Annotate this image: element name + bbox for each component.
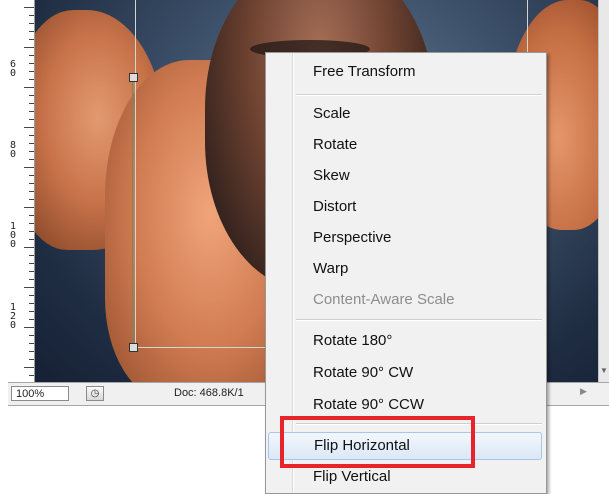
- menu-separator: [296, 94, 542, 96]
- ruler-label-60: 6 0: [10, 59, 17, 79]
- ruler-tick: [29, 351, 34, 352]
- highlight-annotation-box: [280, 416, 475, 468]
- transform-handle-mid-left[interactable]: [129, 73, 138, 82]
- ruler-tick: [24, 167, 34, 168]
- ruler-tick: [29, 343, 34, 344]
- ruler-tick: [29, 279, 34, 280]
- transform-handle-bottom-left[interactable]: [129, 343, 138, 352]
- scroll-down-arrow-icon[interactable]: ▼: [600, 366, 608, 375]
- ruler-tick: [29, 183, 34, 184]
- ruler-tick: [29, 39, 34, 40]
- ruler-label-80: 8 0: [10, 140, 17, 160]
- ruler-tick: [29, 223, 34, 224]
- ruler-tick: [29, 159, 34, 160]
- ruler-tick: [29, 55, 34, 56]
- ruler-tick: [24, 7, 34, 8]
- ruler-tick: [29, 271, 34, 272]
- ruler-tick: [24, 367, 34, 368]
- ruler-tick: [29, 119, 34, 120]
- menu-item-perspective[interactable]: Perspective: [268, 224, 542, 252]
- ruler-tick: [29, 31, 34, 32]
- ruler-tick: [29, 143, 34, 144]
- menu-item-rotate-90-ccw[interactable]: Rotate 90° CCW: [268, 391, 542, 419]
- ruler-tick: [29, 231, 34, 232]
- transform-box-edge-left: [135, 0, 136, 348]
- ruler-tick: [29, 311, 34, 312]
- ruler-tick: [29, 319, 34, 320]
- ruler-tick: [29, 375, 34, 376]
- ruler-tick: [24, 207, 34, 208]
- menu-item-distort[interactable]: Distort: [268, 193, 542, 221]
- ruler-tick: [29, 215, 34, 216]
- transform-box-edge-bottom: [135, 347, 285, 348]
- ruler-tick: [24, 287, 34, 288]
- ruler-tick: [29, 175, 34, 176]
- ruler-tick: [24, 127, 34, 128]
- ruler-tick: [29, 359, 34, 360]
- status-options-icon: ◷: [90, 388, 100, 399]
- vertical-scrollbar[interactable]: ▼: [598, 0, 609, 382]
- status-menu-button[interactable]: ◷: [86, 386, 104, 401]
- status-scroll-right-icon[interactable]: ▶: [580, 386, 587, 397]
- ruler-tick: [29, 135, 34, 136]
- document-size-info: Doc: 468.8K/1: [174, 387, 244, 399]
- zoom-level-field[interactable]: 100%: [11, 386, 69, 401]
- menu-item-content-aware-scale: Content-Aware Scale: [313, 291, 455, 308]
- ruler-tick: [29, 303, 34, 304]
- vertical-ruler: 6 0 8 0 1 0 0 1 2 0: [8, 0, 35, 382]
- ruler-tick: [29, 295, 34, 296]
- menu-item-rotate-90-cw[interactable]: Rotate 90° CW: [268, 359, 542, 387]
- ruler-tick: [29, 95, 34, 96]
- ruler-tick: [29, 151, 34, 152]
- menu-item-scale[interactable]: Scale: [268, 100, 542, 128]
- ruler-tick: [29, 23, 34, 24]
- ruler-tick: [29, 79, 34, 80]
- menu-item-warp[interactable]: Warp: [268, 255, 542, 283]
- ruler-label-100: 1 0 0: [10, 221, 17, 250]
- menu-item-rotate-180[interactable]: Rotate 180°: [268, 327, 542, 355]
- ruler-tick: [24, 47, 34, 48]
- ruler-label-120: 1 2 0: [10, 302, 17, 331]
- ruler-tick: [29, 71, 34, 72]
- transform-box-guide: [132, 73, 133, 348]
- ruler-tick: [29, 199, 34, 200]
- menu-item-free-transform[interactable]: Free Transform: [268, 58, 542, 86]
- menu-item-rotate[interactable]: Rotate: [268, 131, 542, 159]
- menu-separator: [296, 319, 542, 321]
- ruler-tick: [24, 327, 34, 328]
- ruler-tick: [29, 103, 34, 104]
- ruler-tick: [29, 63, 34, 64]
- ruler-tick: [24, 247, 34, 248]
- menu-item-skew[interactable]: Skew: [268, 162, 542, 190]
- ruler-tick: [29, 191, 34, 192]
- ruler-tick: [24, 87, 34, 88]
- ruler-tick: [29, 15, 34, 16]
- ruler-tick: [29, 335, 34, 336]
- ruler-tick: [29, 239, 34, 240]
- ruler-tick: [29, 263, 34, 264]
- ruler-tick: [29, 111, 34, 112]
- ruler-tick: [29, 255, 34, 256]
